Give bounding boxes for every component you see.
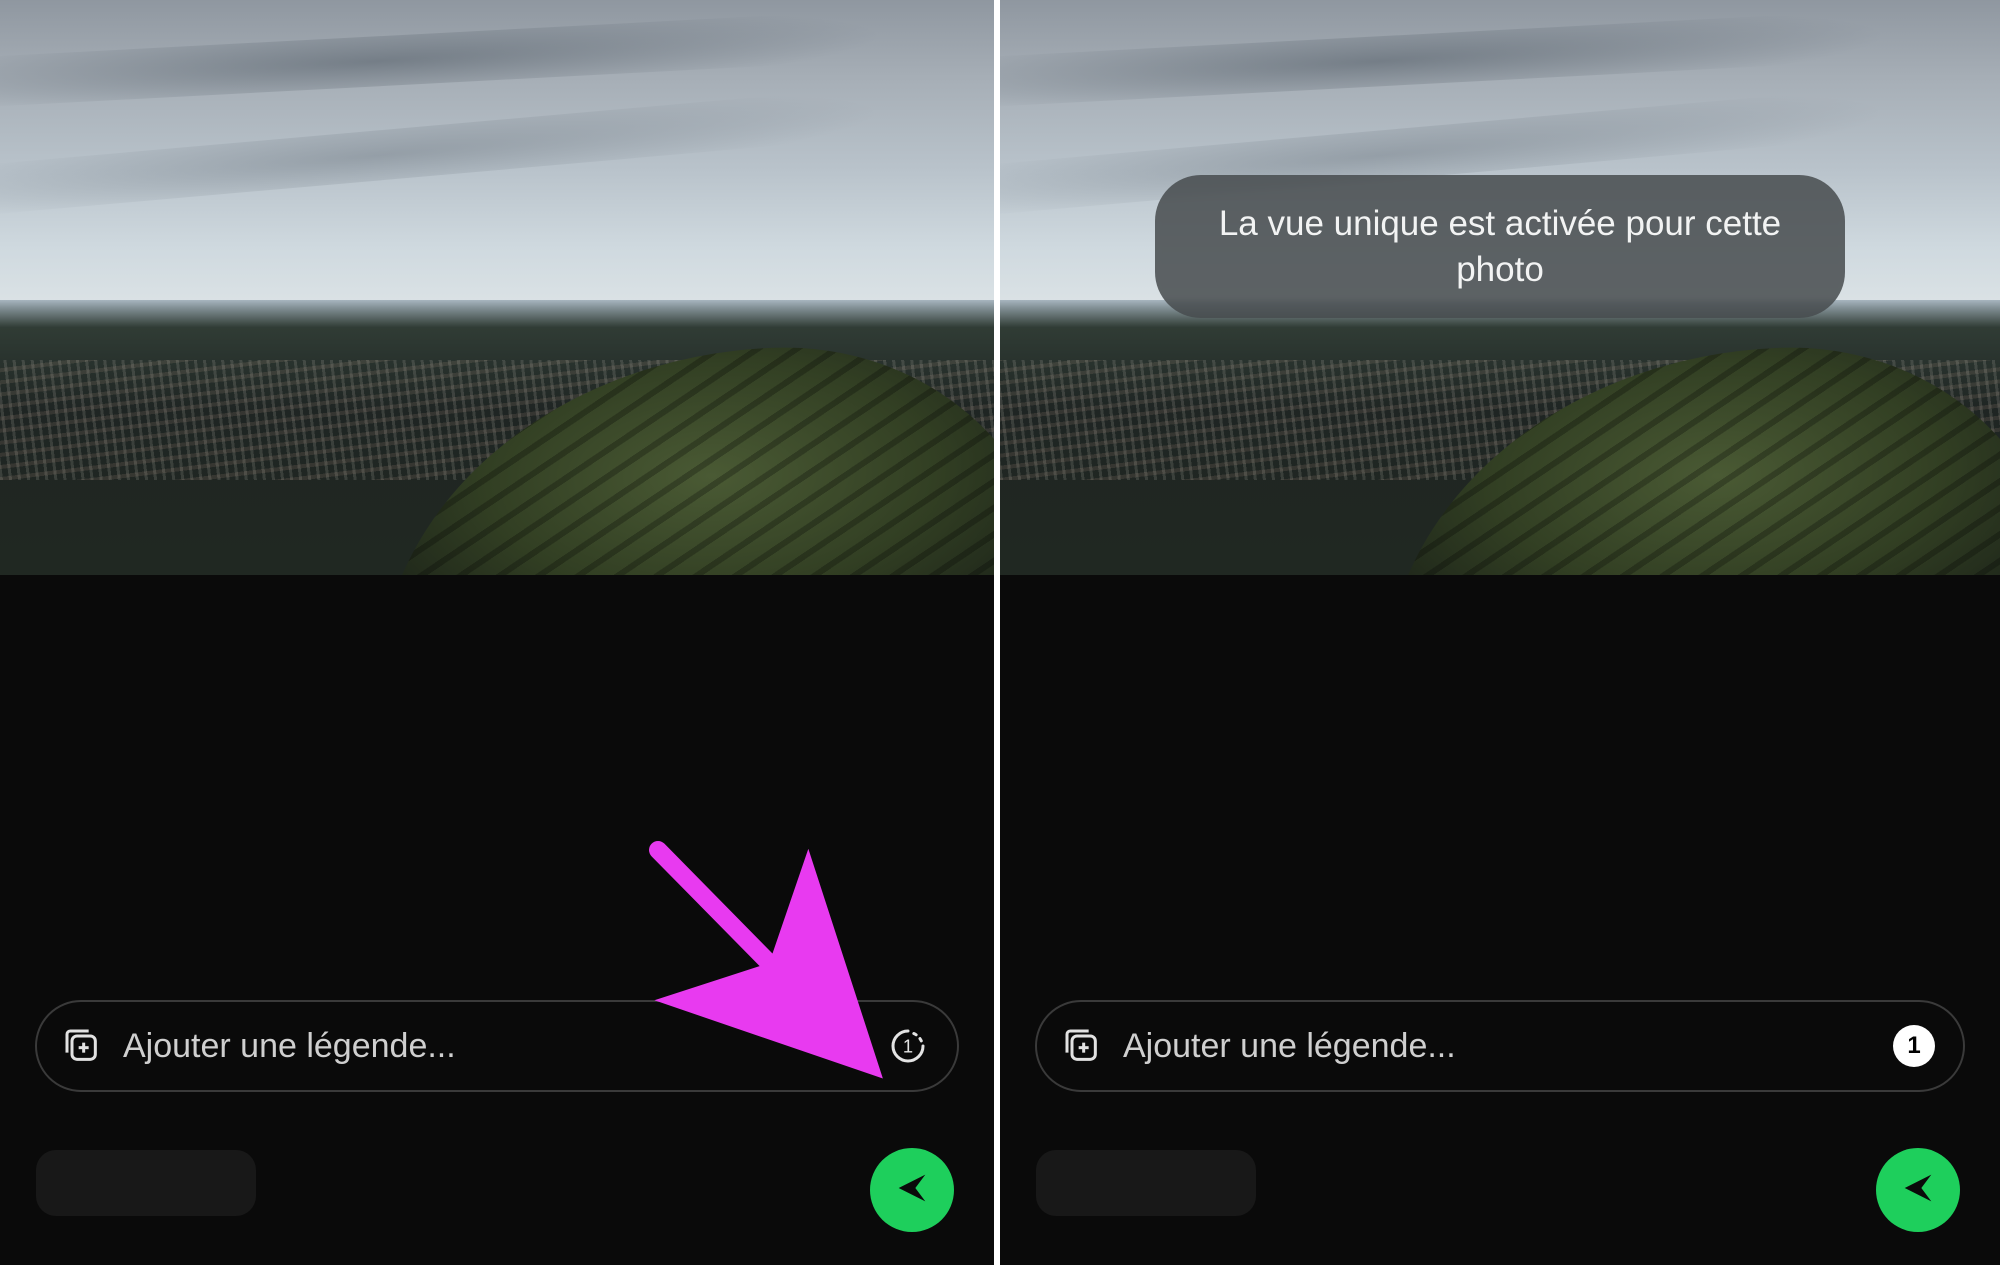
view-once-toggle-active[interactable]: 1	[1891, 1023, 1937, 1069]
view-once-toggle[interactable]: 1	[885, 1023, 931, 1069]
send-button[interactable]	[870, 1148, 954, 1232]
caption-bar: 1	[1035, 1000, 1965, 1092]
caption-input[interactable]	[123, 1027, 885, 1066]
caption-bar: 1	[35, 1000, 959, 1092]
screen-right: La vue unique est activée pour cette pho…	[1000, 0, 2000, 1265]
caption-input[interactable]	[1123, 1027, 1891, 1066]
photo-preview[interactable]	[0, 0, 994, 575]
send-icon	[1898, 1168, 1938, 1213]
photo-preview[interactable]: La vue unique est activée pour cette pho…	[1000, 0, 2000, 575]
send-icon	[892, 1168, 932, 1213]
screen-left: 1	[0, 0, 1000, 1265]
view-once-active-badge: 1	[1893, 1025, 1935, 1067]
send-button[interactable]	[1876, 1148, 1960, 1232]
add-media-icon[interactable]	[1059, 1023, 1105, 1069]
recipient-chip[interactable]	[36, 1150, 256, 1216]
recipient-chip[interactable]	[1036, 1150, 1256, 1216]
dual-screenshot-container: 1	[0, 0, 2000, 1265]
toast-text: La vue unique est activée pour cette pho…	[1219, 204, 1781, 289]
view-once-toast: La vue unique est activée pour cette pho…	[1155, 175, 1845, 318]
svg-text:1: 1	[903, 1036, 913, 1057]
add-media-icon[interactable]	[59, 1023, 105, 1069]
